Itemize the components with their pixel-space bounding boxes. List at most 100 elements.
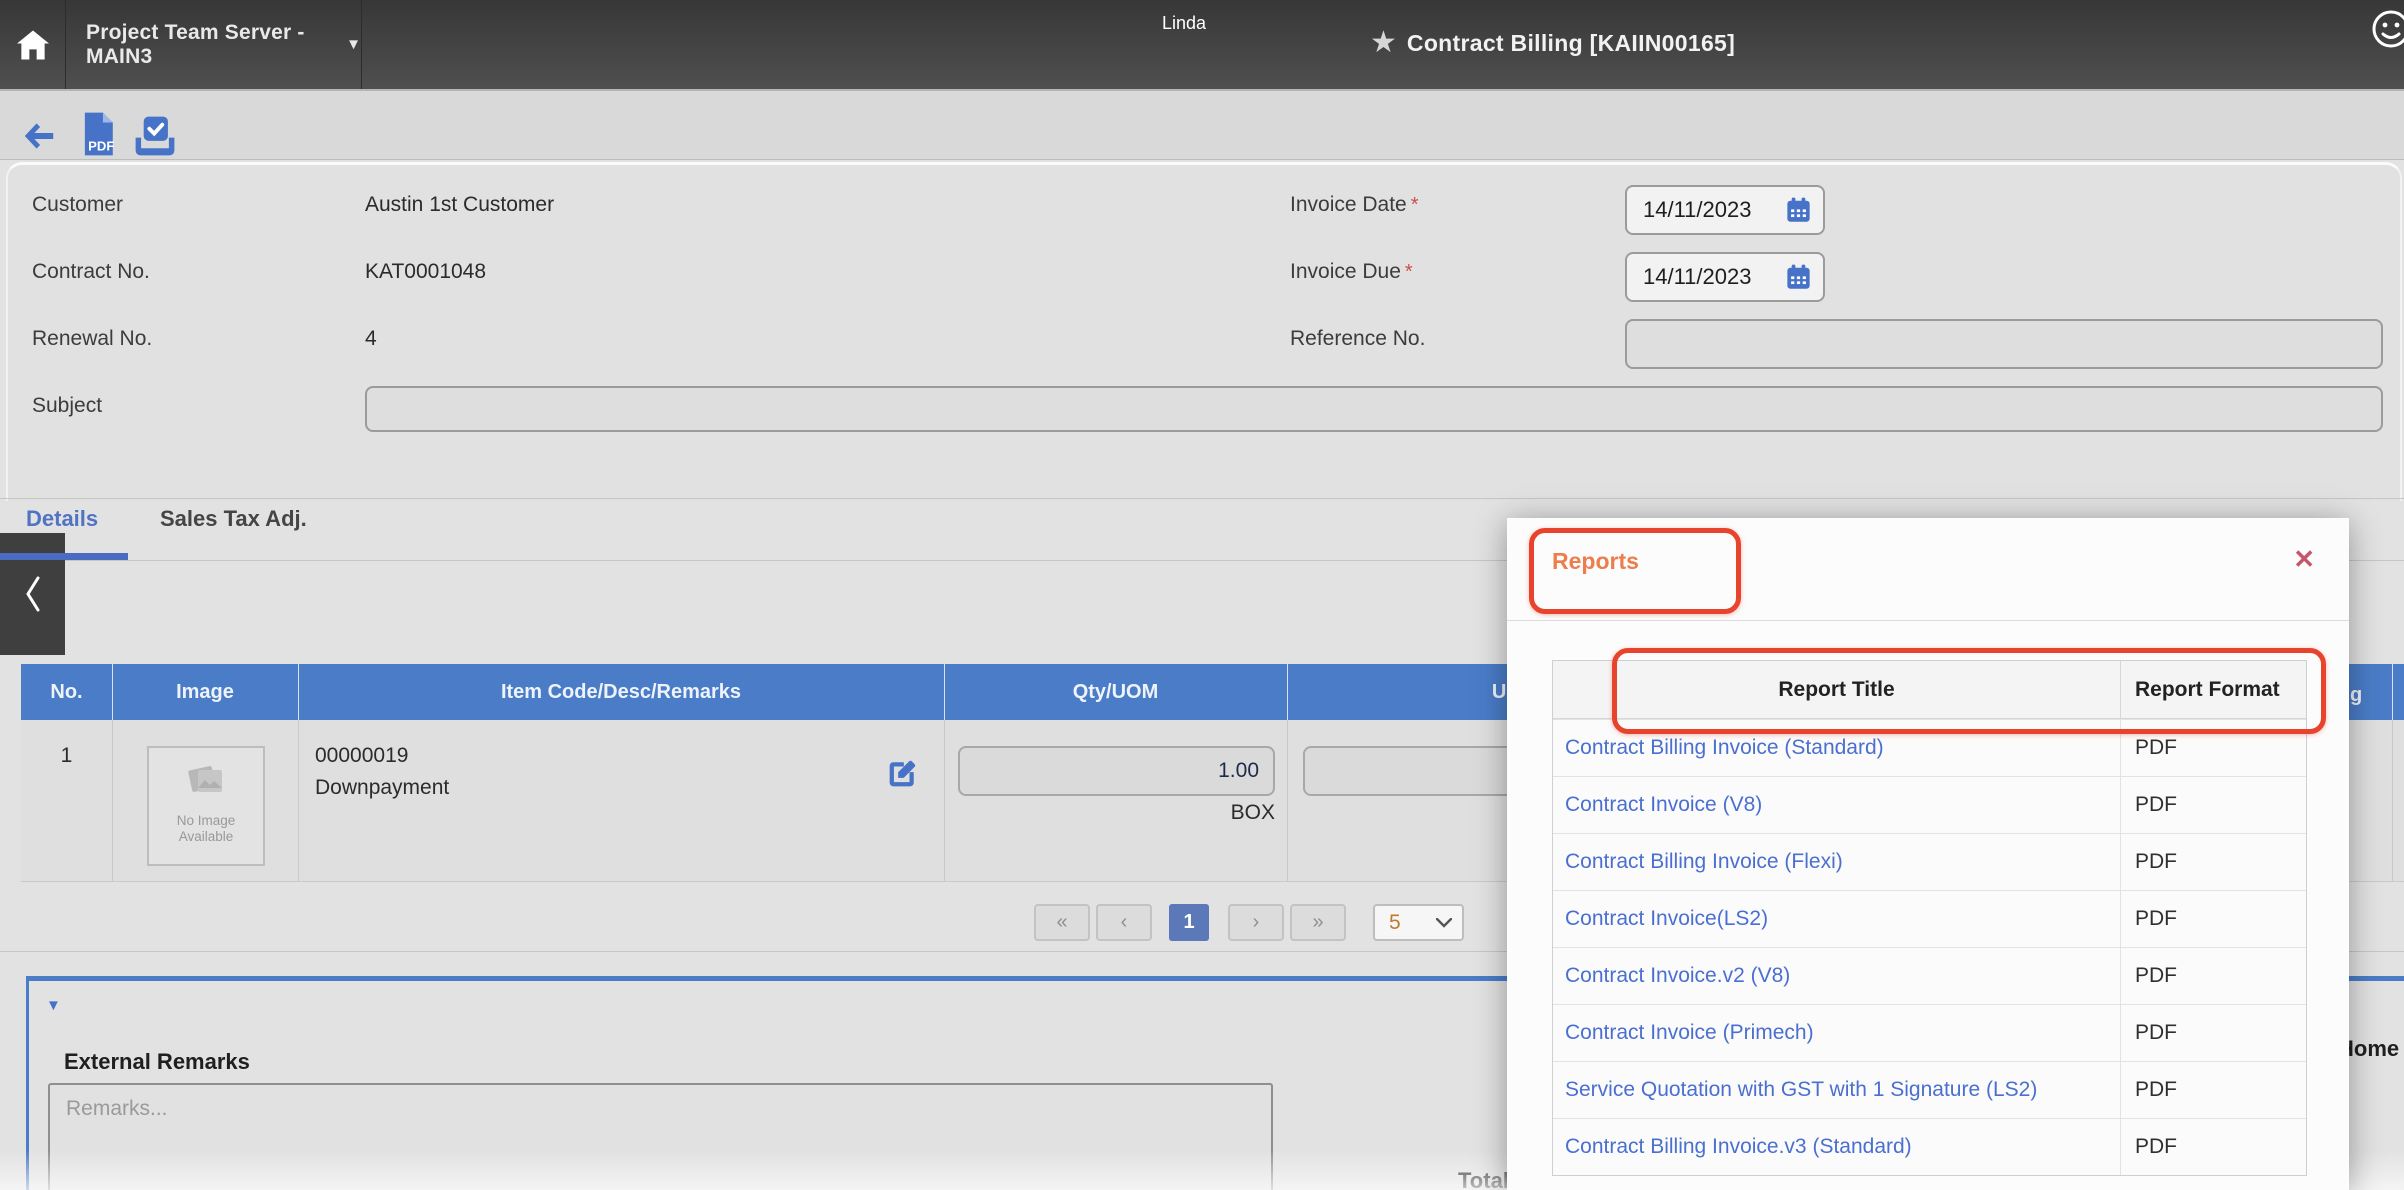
item-code: 00000019 [315,744,408,768]
report-link[interactable]: Contract Invoice (Primech) [1565,1021,1814,1045]
close-icon[interactable]: ✕ [2293,546,2315,572]
divider [2392,720,2393,881]
col-header-image: Image [112,664,298,720]
invoice-date-label: Invoice Date* [1290,193,1419,217]
top-bar: Project Team Server - MAIN3 ▼ Linda ★ Co… [0,0,2404,91]
remarks-panel-border [26,976,29,1190]
home-icon [15,29,51,61]
report-row: Contract Invoice(LS2) PDF [1553,890,2306,947]
invoice-date-input[interactable]: 14/11/2023 [1625,185,1825,235]
active-tab-underline [0,553,128,560]
total-label: Total [1458,1168,1509,1190]
server-menu-dropdown[interactable]: Project Team Server - MAIN3 ▼ [66,0,362,89]
contract-no-value: KAT0001048 [365,260,486,284]
pagination-first-button[interactable]: « [1034,904,1090,941]
uom-label: BOX [1100,801,1275,825]
divider [112,720,113,881]
report-link[interactable]: Contract Billing Invoice (Flexi) [1565,850,1843,874]
invoice-due-input[interactable]: 14/11/2023 [1625,252,1825,302]
col-header-item: Item Code/Desc/Remarks [298,664,944,720]
action-toolbar: PDF [0,91,2404,160]
smiley-icon [2368,6,2404,52]
calendar-icon[interactable] [1786,197,1811,223]
page-title: Contract Billing [KAIIN00165] [1407,30,1735,57]
divider [1507,620,2349,621]
page-size-select[interactable]: 5 [1373,904,1464,941]
report-link[interactable]: Service Quotation with GST with 1 Signat… [1565,1078,2037,1102]
app-screen: Project Team Server - MAIN3 ▼ Linda ★ Co… [0,0,2404,1190]
required-asterisk: * [1405,261,1413,283]
pagination-page-1[interactable]: 1 [1169,904,1209,941]
report-row: Contract Invoice (V8) PDF [1553,776,2306,833]
report-format: PDF [2120,891,2306,947]
report-row: Contract Billing Invoice (Flexi) PDF [1553,833,2306,890]
item-desc: Downpayment [315,776,449,800]
reports-table: Report Title Report Format Contract Bill… [1552,660,2307,1176]
report-format: PDF [2120,834,2306,890]
report-row: Contract Billing Invoice (Standard) PDF [1553,719,2306,776]
favorite-star-icon[interactable]: ★ [1370,28,1397,58]
chevron-left-icon [22,574,44,614]
report-title-column-header: Report Title [1553,661,2120,718]
report-format: PDF [2120,948,2306,1004]
reports-modal-title: Reports [1552,548,1639,575]
report-link[interactable]: Contract Invoice.v2 (V8) [1565,964,1790,988]
tab-sales-tax-adj[interactable]: Sales Tax Adj. [160,506,307,532]
export-pdf-button[interactable]: PDF [78,111,118,162]
user-overlay-label: Linda [1162,13,1206,34]
divider [1287,720,1288,881]
external-remarks-textarea[interactable] [48,1083,1273,1190]
report-row: Service Quotation with GST with 1 Signat… [1553,1061,2306,1118]
chevron-down-icon [1436,918,1452,928]
chevron-down-icon: ▼ [346,36,361,53]
tab-details[interactable]: Details [26,506,98,532]
report-link[interactable]: Contract Invoice (V8) [1565,793,1762,817]
edit-item-button[interactable] [884,758,918,797]
invoice-due-label: Invoice Due* [1290,260,1413,284]
back-arrow-icon [20,121,58,151]
pagination-next-button[interactable]: › [1228,904,1284,941]
no-image-caption: No Image Available [149,813,263,845]
subject-input[interactable] [365,386,2383,432]
report-format: PDF [2120,1119,2306,1175]
report-format: PDF [2120,777,2306,833]
pagination-prev-button[interactable]: ‹ [1096,904,1152,941]
collapse-triangle-icon[interactable]: ▼ [46,997,61,1014]
row-number: 1 [21,744,112,768]
inbox-check-icon [132,115,178,157]
renewal-no-label: Renewal No. [32,327,152,351]
invoice-due-value: 14/11/2023 [1643,264,1751,290]
col-header-no: No. [21,664,112,720]
report-row: Contract Billing Invoice.v3 (Standard) P… [1553,1118,2306,1175]
divider [0,498,2404,499]
reference-no-input[interactable] [1625,319,2383,369]
report-link[interactable]: Contract Billing Invoice.v3 (Standard) [1565,1135,1912,1159]
pagination-last-button[interactable]: » [1290,904,1346,941]
post-submit-button[interactable] [132,115,178,162]
customer-value: Austin 1st Customer [365,193,554,217]
report-row: Contract Invoice (Primech) PDF [1553,1004,2306,1061]
svg-text:PDF: PDF [88,138,114,153]
reference-no-label: Reference No. [1290,327,1425,351]
page-size-value: 5 [1389,911,1401,935]
external-remarks-label: External Remarks [64,1049,250,1075]
qty-input[interactable] [958,746,1275,796]
back-button[interactable] [20,121,58,156]
report-link[interactable]: Contract Billing Invoice (Standard) [1565,736,1884,760]
contract-no-label: Contract No. [32,260,150,284]
item-image-placeholder: No Image Available [147,746,265,866]
renewal-no-value: 4 [365,327,377,351]
report-format: PDF [2120,1062,2306,1118]
report-row: Contract Invoice.v2 (V8) PDF [1553,947,2306,1004]
report-format: PDF [2120,1005,2306,1061]
reports-modal: Reports ✕ Report Title Report Format Con… [1507,518,2349,1190]
pdf-file-icon: PDF [78,111,118,157]
divider [112,664,113,720]
report-link[interactable]: Contract Invoice(LS2) [1565,907,1768,931]
calendar-icon[interactable] [1786,264,1811,290]
home-button[interactable] [0,0,66,89]
sidebar-collapse-handle[interactable] [0,533,65,655]
edit-pencil-icon [884,758,918,792]
page-title-group: ★ Contract Billing [KAIIN00165] [1370,28,1735,58]
feedback-smiley-button[interactable] [2368,6,2404,52]
